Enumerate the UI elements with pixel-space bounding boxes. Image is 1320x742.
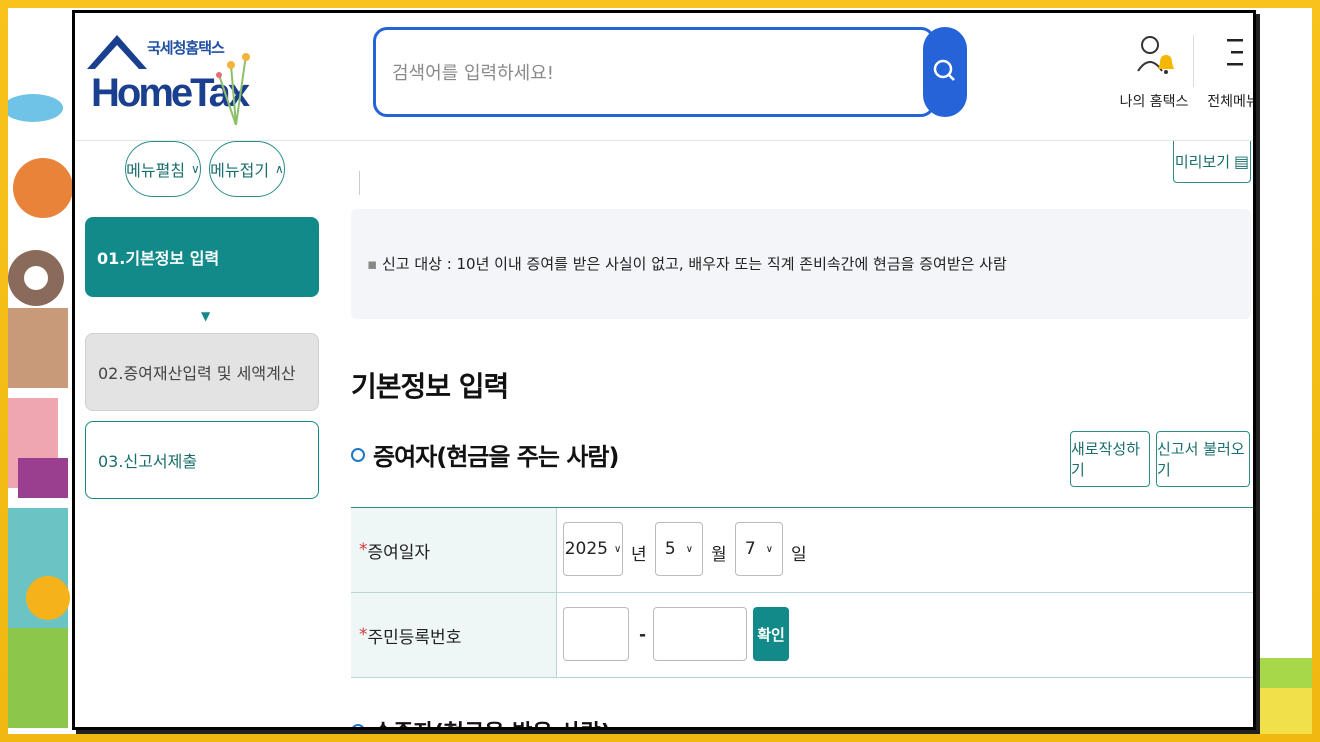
hometax-logo[interactable]: 국세청홈택스 HomeTax [85, 27, 265, 125]
recipient-title-text: 수증자(현금을 받은 사람) [373, 715, 611, 727]
search-input[interactable] [390, 30, 914, 116]
menu-expand-button[interactable]: 메뉴펼침 ∨ [125, 141, 201, 197]
year-value: 2025 [564, 539, 608, 559]
id-dash: - [639, 625, 647, 645]
step-basic-info[interactable]: 01.기본정보 입력 [85, 217, 319, 297]
form-row-date: * 증여일자 2025 ∨ 년 5 ∨ 월 7 ∨ 일 [351, 508, 1253, 593]
month-select[interactable]: 5 ∨ [655, 522, 703, 576]
day-select[interactable]: 7 ∨ [735, 522, 783, 576]
plant-decoration-icon [216, 53, 250, 125]
divider [359, 171, 360, 195]
new-write-label: 새로작성하기 [1071, 440, 1141, 479]
hometax-window: 국세청홈택스 HomeTax 검색어를 입력하세요! 나의 홈택스 전체메뉴 메… [72, 10, 1256, 730]
circle-bullet-icon [351, 447, 365, 462]
menu-expand-label: 메뉴펼침 [126, 161, 186, 180]
document-icon: ▤ [1234, 152, 1250, 171]
step-label: 01.기본정보 입력 [97, 249, 220, 268]
search-box [373, 27, 935, 117]
preview-button[interactable]: 미리보기 ▤ [1173, 141, 1251, 183]
year-unit: 년 [631, 545, 647, 565]
menu-collapse-button[interactable]: 메뉴접기 ∧ [209, 141, 285, 197]
search-button[interactable] [923, 27, 967, 117]
id-label-text: 주민등록번호 [367, 627, 462, 648]
id-second-input[interactable] [653, 607, 747, 661]
year-select[interactable]: 2025 ∨ [563, 522, 623, 576]
confirm-label: 확인 [757, 625, 785, 644]
chevron-down-icon: ∨ [191, 162, 200, 176]
bullet-icon: ▪ [367, 255, 378, 273]
notice-box: ▪ 신고 대상 : 10년 이내 증여를 받은 사실이 없고, 배우자 또는 직… [351, 209, 1251, 319]
right-illustration [1258, 658, 1312, 734]
top-bar: 국세청홈택스 HomeTax 검색어를 입력하세요! 나의 홈택스 전체메뉴 [75, 13, 1253, 141]
month-unit: 월 [711, 545, 727, 565]
id-label: * 주민등록번호 [351, 593, 557, 677]
chevron-down-icon: ∨ [765, 543, 774, 555]
recipient-title: 수증자(현금을 받은 사람) [351, 715, 611, 727]
step-arrow-icon: ▼ [201, 309, 211, 323]
load-report-label: 신고서 불러오기 [1157, 440, 1245, 479]
donor-form: * 증여일자 2025 ∨ 년 5 ∨ 월 7 ∨ 일 * 주민등록번호 - 확… [351, 507, 1253, 678]
chevron-down-icon: ∨ [613, 543, 622, 555]
confirm-button[interactable]: 확인 [753, 607, 789, 661]
day-unit: 일 [791, 545, 807, 565]
my-hometax-label: 나의 홈택스 [1119, 94, 1189, 110]
id-first-input[interactable] [563, 607, 629, 661]
step-label: 03.신고서제출 [98, 452, 198, 471]
main-content: 미리보기 ▤ ▪ 신고 대상 : 10년 이내 증여를 받은 사실이 없고, 배… [351, 141, 1253, 727]
new-write-button[interactable]: 새로작성하기 [1070, 431, 1150, 487]
required-mark: * [359, 540, 368, 560]
preview-label: 미리보기 [1174, 153, 1231, 171]
donor-title-text: 증여자(현금을 주는 사람) [373, 443, 619, 471]
all-menu-label: 전체메뉴 [1207, 94, 1256, 110]
hamburger-menu-icon [1227, 39, 1243, 66]
search-icon [933, 59, 955, 81]
user-bell-icon [1137, 36, 1174, 74]
step-label: 02.증여재산입력 및 세액계산 [98, 364, 296, 383]
my-hometax-link[interactable]: 나의 홈택스 [1119, 27, 1189, 111]
chevron-down-icon: ∨ [685, 543, 694, 555]
day-value: 7 [744, 539, 756, 559]
step-asset-input[interactable]: 02.증여재산입력 및 세액계산 [85, 333, 319, 411]
left-illustration [8, 94, 73, 728]
date-label-text: 증여일자 [367, 542, 431, 563]
step-submit[interactable]: 03.신고서제출 [85, 421, 319, 499]
month-value: 5 [664, 539, 676, 559]
sidebar: 메뉴펼침 ∨ 메뉴접기 ∧ 01.기본정보 입력 ▼ 02.증여재산입력 및 세… [75, 141, 335, 727]
chevron-up-icon: ∧ [275, 162, 284, 176]
form-row-id: * 주민등록번호 - 확인 [351, 593, 1253, 678]
date-label: * 증여일자 [351, 508, 557, 592]
divider [1193, 35, 1194, 87]
required-mark: * [359, 625, 368, 645]
load-report-button[interactable]: 신고서 불러오기 [1156, 431, 1250, 487]
all-menu-link[interactable]: 전체메뉴 [1205, 27, 1256, 111]
notice-text: 신고 대상 : 10년 이내 증여를 받은 사실이 없고, 배우자 또는 직계 … [381, 255, 1007, 273]
menu-collapse-label: 메뉴접기 [210, 161, 270, 180]
donor-title: 증여자(현금을 주는 사람) [351, 437, 619, 472]
section-title: 기본정보 입력 [351, 370, 509, 403]
circle-bullet-icon [351, 724, 365, 727]
